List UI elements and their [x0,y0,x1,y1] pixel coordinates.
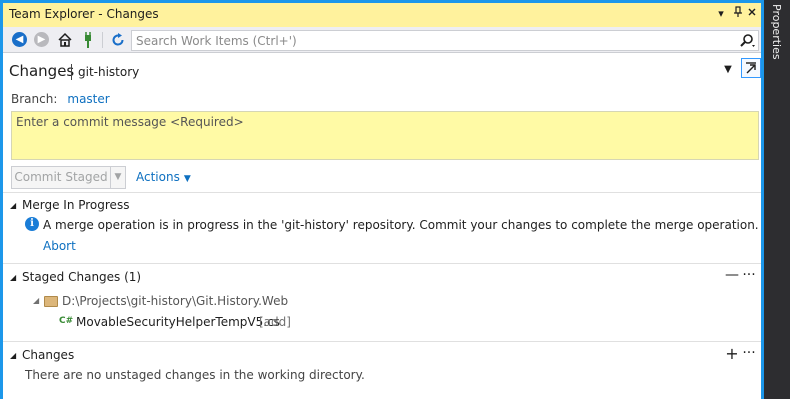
search-input[interactable] [136,33,696,48]
folder-path: D:\Projects\git-history\Git.History.Web [62,294,289,308]
file-status: [add] [259,315,291,329]
page-header: Changes git-history ▼ [3,54,761,86]
chevron-down-icon: ▼ [183,174,191,184]
commit-message-input[interactable] [11,111,759,160]
unstage-all-icon[interactable]: — [725,267,739,283]
actions-label: Actions [136,170,180,184]
toolbar: ◀ ▶ [3,27,761,53]
page-title: Changes [9,62,75,80]
home-icon[interactable] [57,32,73,48]
actions-menu[interactable]: Actions ▼ [136,170,191,184]
merge-collapse-icon[interactable]: ◢ [10,201,20,211]
section-divider [3,192,761,193]
properties-tab[interactable]: Properties [764,4,790,74]
stage-all-icon[interactable]: + [725,344,739,363]
info-icon: i [25,217,39,231]
page-dropdown-icon[interactable]: ▼ [721,64,735,78]
merge-section-title[interactable]: Merge In Progress [22,198,129,212]
staged-section-title[interactable]: Staged Changes (1) [22,270,141,284]
forward-icon[interactable]: ▶ [34,32,50,48]
repository-name[interactable]: git-history [78,65,139,79]
file-name: MovableSecurityHelperTempV5.cs [76,315,280,329]
more-options-icon[interactable]: ··· [742,345,756,361]
commit-staged-button[interactable]: Commit Staged [11,166,110,189]
merge-message: A merge operation is in progress in the … [43,218,759,232]
csharp-file-icon: C# [59,316,74,326]
branch-link[interactable]: master [67,92,109,106]
branch-row: Branch: master [11,92,110,106]
changes-collapse-icon[interactable]: ◢ [10,351,20,361]
tree-expand-icon[interactable]: ◢ [33,296,39,305]
more-options-icon[interactable]: ··· [742,267,756,283]
team-explorer-window: Team Explorer - Changes ▾ ◀ ▶ Search Wor… [0,0,764,399]
section-divider [3,263,761,264]
refresh-icon[interactable] [110,32,126,48]
toolbar-separator [102,32,103,48]
title-separator [71,64,72,80]
search-box[interactable] [131,30,759,51]
connect-icon[interactable] [80,32,96,48]
title-bar: Team Explorer - Changes ▾ [3,3,761,27]
branch-label: Branch: [11,92,58,106]
staged-collapse-icon[interactable]: ◢ [10,273,20,283]
properties-label: Properties [770,4,783,60]
undock-icon[interactable] [741,58,761,78]
empty-changes-message: There are no unstaged changes in the wor… [25,368,365,382]
search-icon[interactable] [738,32,756,50]
back-icon[interactable]: ◀ [12,32,28,48]
folder-icon [44,296,58,307]
section-divider [3,341,761,342]
dropdown-arrow-icon[interactable]: ▾ [713,6,729,22]
changes-section-title[interactable]: Changes [22,348,74,362]
window-title: Team Explorer - Changes [9,7,159,21]
commit-dropdown-button[interactable]: ▼ [110,166,126,189]
abort-link[interactable]: Abort [43,239,76,253]
close-icon[interactable] [744,6,760,22]
properties-rail: Properties [764,0,790,399]
